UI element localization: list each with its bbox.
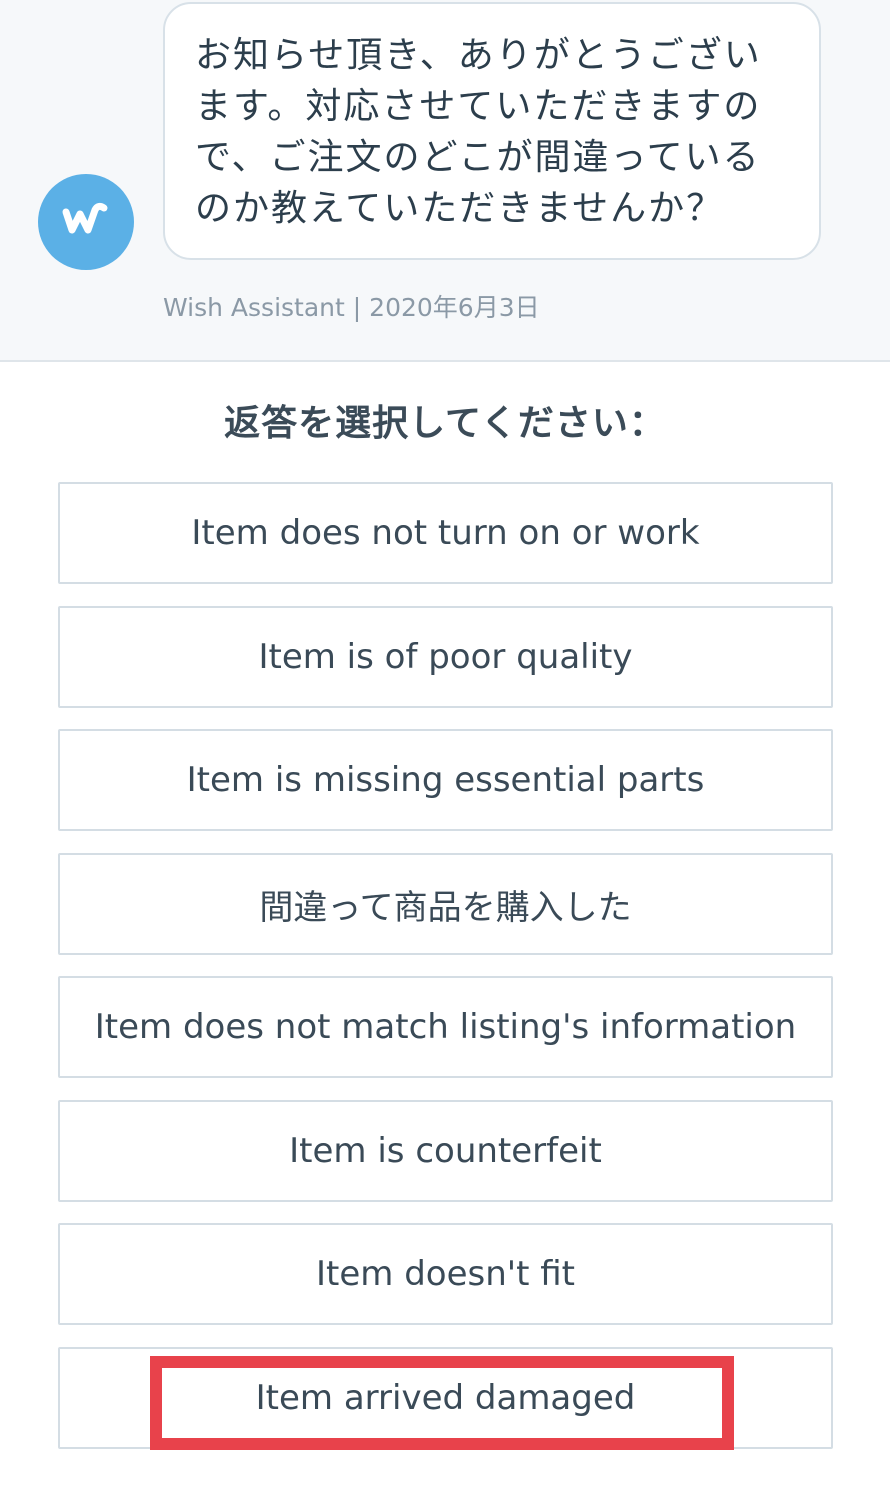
option-button-wrong-purchase[interactable]: 間違って商品を購入した — [58, 853, 833, 955]
sender-name: Wish Assistant — [163, 293, 345, 322]
message-bubble: お知らせ頂き、ありがとうござい ます。対応させていただきますの で、ご注文のどこ… — [163, 2, 821, 260]
reply-prompt: 返答を選択してください： — [224, 403, 666, 444]
message-meta: Wish Assistant | 2020年6月3日 — [163, 288, 540, 324]
message-line: で、ご注文のどこが間違っている — [195, 137, 761, 178]
option-button-not-as-listed[interactable]: Item does not match listing's informatio… — [58, 976, 833, 1078]
option-button-not-working[interactable]: Item does not turn on or work — [58, 482, 833, 584]
message-text: お知らせ頂き、ありがとうござい ます。対応させていただきますの で、ご注文のどこ… — [195, 30, 791, 234]
option-button-arrived-damaged[interactable]: Item arrived damaged — [58, 1347, 833, 1449]
message-date: 2020年6月3日 — [369, 293, 540, 322]
message-line: のか教えていただきませんか？ — [195, 188, 725, 229]
message-line: お知らせ頂き、ありがとうござい — [195, 35, 762, 76]
option-button-counterfeit[interactable]: Item is counterfeit — [58, 1100, 833, 1202]
meta-separator: | — [352, 293, 362, 322]
wish-logo-icon — [58, 200, 114, 244]
chat-area: お知らせ頂き、ありがとうござい ます。対応させていただきますの で、ご注文のどこ… — [0, 0, 890, 362]
option-button-doesnt-fit[interactable]: Item doesn't fit — [58, 1223, 833, 1325]
message-line: ます。対応させていただきますの — [195, 86, 762, 127]
assistant-avatar — [38, 174, 134, 270]
option-button-missing-parts[interactable]: Item is missing essential parts — [58, 729, 833, 831]
option-button-poor-quality[interactable]: Item is of poor quality — [58, 606, 833, 708]
